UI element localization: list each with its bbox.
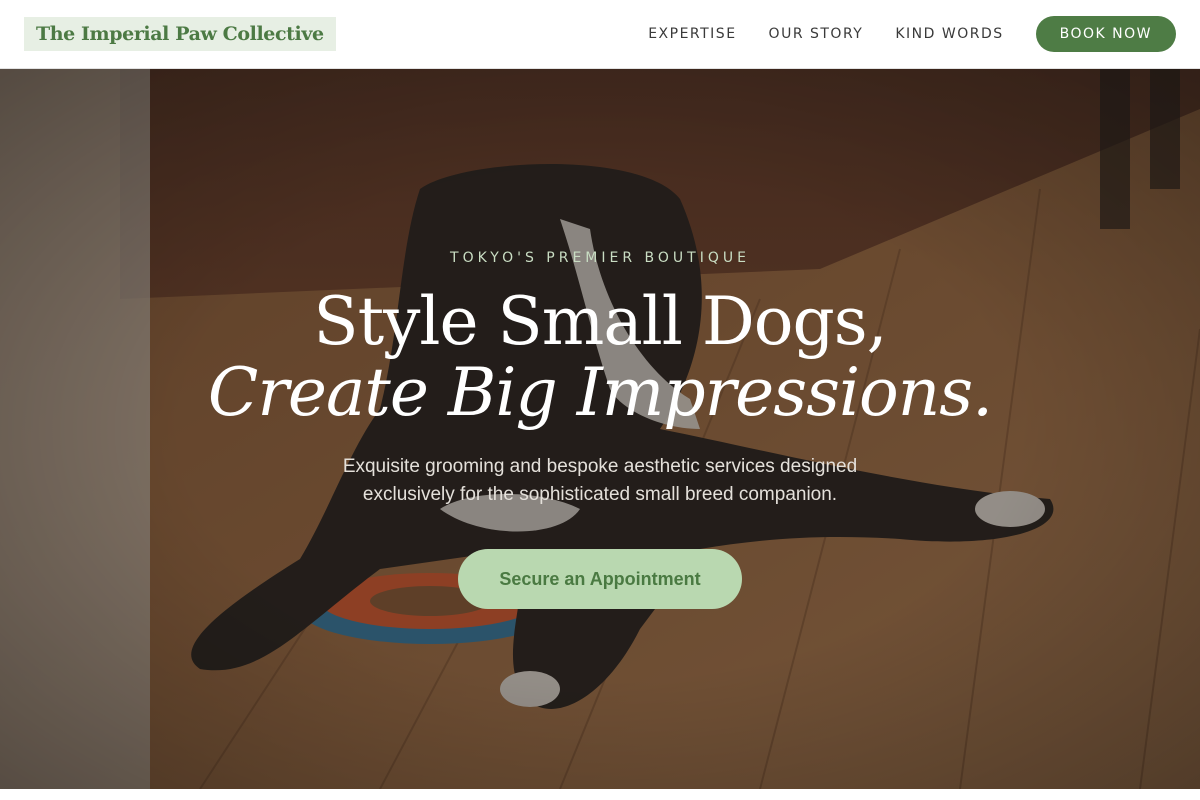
site-header: The Imperial Paw Collective EXPERTISE OU…	[0, 0, 1200, 69]
hero-eyebrow: TOKYO'S PREMIER BOUTIQUE	[450, 250, 750, 266]
book-now-button[interactable]: BOOK NOW	[1035, 16, 1176, 52]
hero-headline-line1: Style Small Dogs,	[313, 283, 887, 360]
nav-link-expertise[interactable]: EXPERTISE	[648, 26, 736, 42]
hero-subtext-line1: Exquisite grooming and bespoke aesthetic…	[342, 456, 858, 477]
hero-section: TOKYO'S PREMIER BOUTIQUE Style Small Dog…	[0, 69, 1200, 789]
nav-link-our-story[interactable]: OUR STORY	[769, 26, 864, 42]
nav-link-kind-words[interactable]: KIND WORDS	[895, 26, 1003, 42]
hero-subtext-line2: exclusively for the sophisticated small …	[362, 484, 838, 505]
hero-headline-line2: Create Big Impressions.	[207, 354, 993, 431]
secure-appointment-button[interactable]: Secure an Appointment	[458, 549, 742, 609]
site-logo[interactable]: The Imperial Paw Collective	[24, 17, 336, 51]
next-section-edge	[0, 789, 1200, 800]
hero-subtext: Exquisite grooming and bespoke aesthetic…	[300, 453, 900, 509]
main-nav: EXPERTISE OUR STORY KIND WORDS BOOK NOW	[648, 16, 1176, 52]
hero-content: TOKYO'S PREMIER BOUTIQUE Style Small Dog…	[0, 69, 1200, 789]
